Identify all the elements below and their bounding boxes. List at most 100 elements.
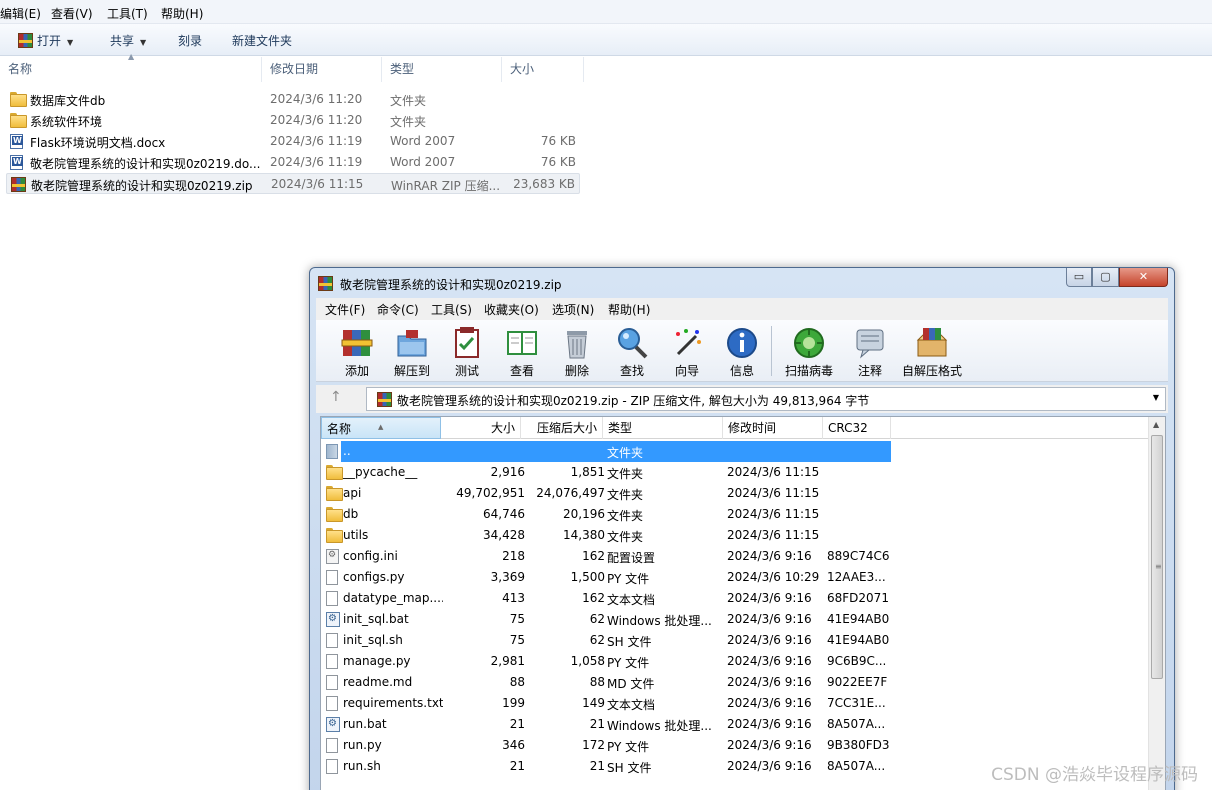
close-button[interactable]: ✕ (1119, 268, 1168, 287)
archive-row[interactable]: run.py 346 172 PY 文件 2024/3/6 9:16 9B380… (321, 735, 1149, 756)
maximize-button[interactable]: ▢ (1092, 268, 1119, 287)
comment-button[interactable]: 注释 (844, 324, 896, 380)
column-name[interactable]: 名称 (0, 57, 262, 82)
column-packed[interactable]: 压缩后大小 (521, 417, 603, 439)
share-button[interactable]: 共享 ▼ (110, 32, 146, 49)
tool-label: 测试 (454, 364, 479, 378)
scrollbar-thumb[interactable]: ≡ (1151, 435, 1163, 679)
add-button[interactable]: 添加 (331, 324, 383, 380)
column-name[interactable]: ▲ 名称 (321, 417, 441, 439)
info-button[interactable]: 信息 (716, 324, 768, 380)
winrar-menubar: 文件(F) 命令(C) 工具(S) 收藏夹(O) 选项(N) 帮助(H) (316, 298, 1168, 320)
entry-name: db (343, 507, 359, 521)
archive-row[interactable]: config.ini 218 162 配置设置 2024/3/6 9:16 88… (321, 546, 1149, 567)
explorer-menu-edit[interactable]: 编辑(E) (0, 5, 41, 22)
entry-packed: 24,076,497 (536, 486, 605, 500)
new-folder-button[interactable]: 新建文件夹 (232, 32, 292, 49)
find-button[interactable]: 查找 (606, 324, 658, 380)
file-size: 76 KB (540, 155, 576, 169)
column-modified[interactable]: 修改时间 (723, 417, 823, 439)
archive-row[interactable]: init_sql.sh 75 62 SH 文件 2024/3/6 9:16 41… (321, 630, 1149, 651)
column-date[interactable]: 修改日期 (262, 57, 382, 82)
file-name: 敬老院管理系统的设计和实现0z0219.zip (31, 179, 253, 193)
menu-commands[interactable]: 命令(C) (377, 301, 419, 318)
column-crc32[interactable]: CRC32 (823, 417, 891, 439)
column-size[interactable]: 大小 (502, 57, 584, 82)
entry-type: SH 文件 (607, 761, 652, 775)
grip-icon: ≡ (1155, 562, 1162, 571)
archive-row[interactable]: __pycache__ 2,916 1,851 文件夹 2024/3/6 11:… (321, 462, 1149, 483)
tool-label: 扫描病毒 (784, 364, 833, 378)
archive-row[interactable]: init_sql.bat 75 62 Windows 批处理... 2024/3… (321, 609, 1149, 630)
file-type: WinRAR ZIP 压缩... (391, 179, 501, 193)
archive-row[interactable]: readme.md 88 88 MD 文件 2024/3/6 9:16 9022… (321, 672, 1149, 693)
open-button[interactable]: 打开 ▼ (18, 32, 73, 49)
menu-help[interactable]: 帮助(H) (608, 301, 650, 318)
file-name: Flask环境说明文档.docx (30, 136, 166, 150)
archive-row[interactable]: configs.py 3,369 1,500 PY 文件 2024/3/6 10… (321, 567, 1149, 588)
menu-file[interactable]: 文件(F) (325, 301, 365, 318)
folder-icon (326, 465, 343, 480)
minimize-button[interactable]: ▭ (1066, 268, 1092, 287)
explorer-menu-tools[interactable]: 工具(T) (107, 5, 148, 22)
file-date: 2024/3/6 11:20 (270, 113, 363, 127)
entry-size: 64,746 (483, 507, 525, 521)
burn-button[interactable]: 刻录 (178, 32, 202, 49)
archive-row[interactable]: db 64,746 20,196 文件夹 2024/3/6 11:15 (321, 504, 1149, 525)
archive-path-combobox[interactable]: 敬老院管理系统的设计和实现0z0219.zip - ZIP 压缩文件, 解包大小… (366, 387, 1166, 411)
view-icon (507, 331, 537, 355)
folder-icon (326, 528, 343, 543)
tool-label: 删除 (564, 364, 589, 378)
entry-crc: 41E94AB0 (827, 612, 890, 626)
entry-packed: 62 (589, 612, 605, 626)
entry-type: 文件夹 (607, 509, 644, 523)
archive-row[interactable]: requirements.txt 199 149 文本文档 2024/3/6 9… (321, 693, 1149, 714)
entry-modified: 2024/3/6 9:16 (727, 696, 812, 710)
explorer-file-row[interactable]: Flask环境说明文档.docx 2024/3/6 11:19 Word 200… (6, 131, 580, 152)
entry-size: 413 (502, 591, 525, 605)
entry-modified: 2024/3/6 9:16 (727, 738, 812, 752)
archive-row[interactable]: datatype_map.... 413 162 文本文档 2024/3/6 9… (321, 588, 1149, 609)
file-size: 23,683 KB (513, 177, 575, 191)
delete-button[interactable]: 删除 (551, 324, 603, 380)
explorer-file-row[interactable]: 数据库文件db 2024/3/6 11:20 文件夹 (6, 89, 580, 110)
explorer-file-row-selected[interactable]: 敬老院管理系统的设计和实现0z0219.zip 2024/3/6 11:15 W… (6, 173, 580, 194)
add-archive-icon (341, 330, 373, 356)
tool-label: 信息 (729, 364, 754, 378)
explorer-menu-help[interactable]: 帮助(H) (161, 5, 203, 22)
menu-tools[interactable]: 工具(S) (431, 301, 472, 318)
explorer-file-row[interactable]: 敬老院管理系统的设计和实现0z0219.do... 2024/3/6 11:19… (6, 152, 580, 173)
entry-type: 配置设置 (607, 551, 656, 565)
tool-label: 查看 (509, 364, 534, 378)
up-arrow-icon[interactable]: ↑ (330, 389, 342, 405)
entry-crc: 68FD2071 (827, 591, 889, 605)
sfx-button[interactable]: 自解压格式 (899, 324, 965, 380)
entry-modified: 2024/3/6 11:15 (727, 465, 820, 479)
menu-options[interactable]: 选项(N) (552, 301, 594, 318)
entry-type: Windows 批处理... (607, 719, 712, 733)
extract-to-button[interactable]: 解压到 (386, 324, 438, 380)
archive-row[interactable]: run.bat 21 21 Windows 批处理... 2024/3/6 9:… (321, 714, 1149, 735)
tool-label: 解压到 (393, 364, 430, 378)
entry-type: PY 文件 (607, 656, 650, 670)
view-button[interactable]: 查看 (496, 324, 548, 380)
explorer-menu-view[interactable]: 查看(V) (51, 5, 93, 22)
column-type[interactable]: 类型 (382, 57, 502, 82)
column-size[interactable]: 大小 (441, 417, 521, 439)
column-type[interactable]: 类型 (603, 417, 723, 439)
entry-size: 21 (509, 717, 525, 731)
archive-row[interactable]: utils 34,428 14,380 文件夹 2024/3/6 11:15 (321, 525, 1149, 546)
archive-row[interactable]: api 49,702,951 24,076,497 文件夹 2024/3/6 1… (321, 483, 1149, 504)
virus-scan-button[interactable]: 扫描病毒 (779, 324, 839, 380)
test-button[interactable]: 测试 (441, 324, 493, 380)
explorer-file-row[interactable]: 系统软件环境 2024/3/6 11:20 文件夹 (6, 110, 580, 131)
wizard-button[interactable]: 向导 (661, 324, 713, 380)
archive-row-parent[interactable]: .. 文件夹 (321, 441, 1149, 462)
entry-name: utils (343, 528, 369, 542)
vertical-scrollbar[interactable]: ▲ ≡ (1148, 417, 1165, 790)
menu-favorites[interactable]: 收藏夹(O) (484, 301, 539, 318)
scroll-up-arrow-icon[interactable]: ▲ (1153, 420, 1159, 429)
archive-row[interactable]: manage.py 2,981 1,058 PY 文件 2024/3/6 9:1… (321, 651, 1149, 672)
entry-size: 75 (509, 633, 525, 647)
chevron-down-icon[interactable]: ▼ (1153, 393, 1159, 402)
